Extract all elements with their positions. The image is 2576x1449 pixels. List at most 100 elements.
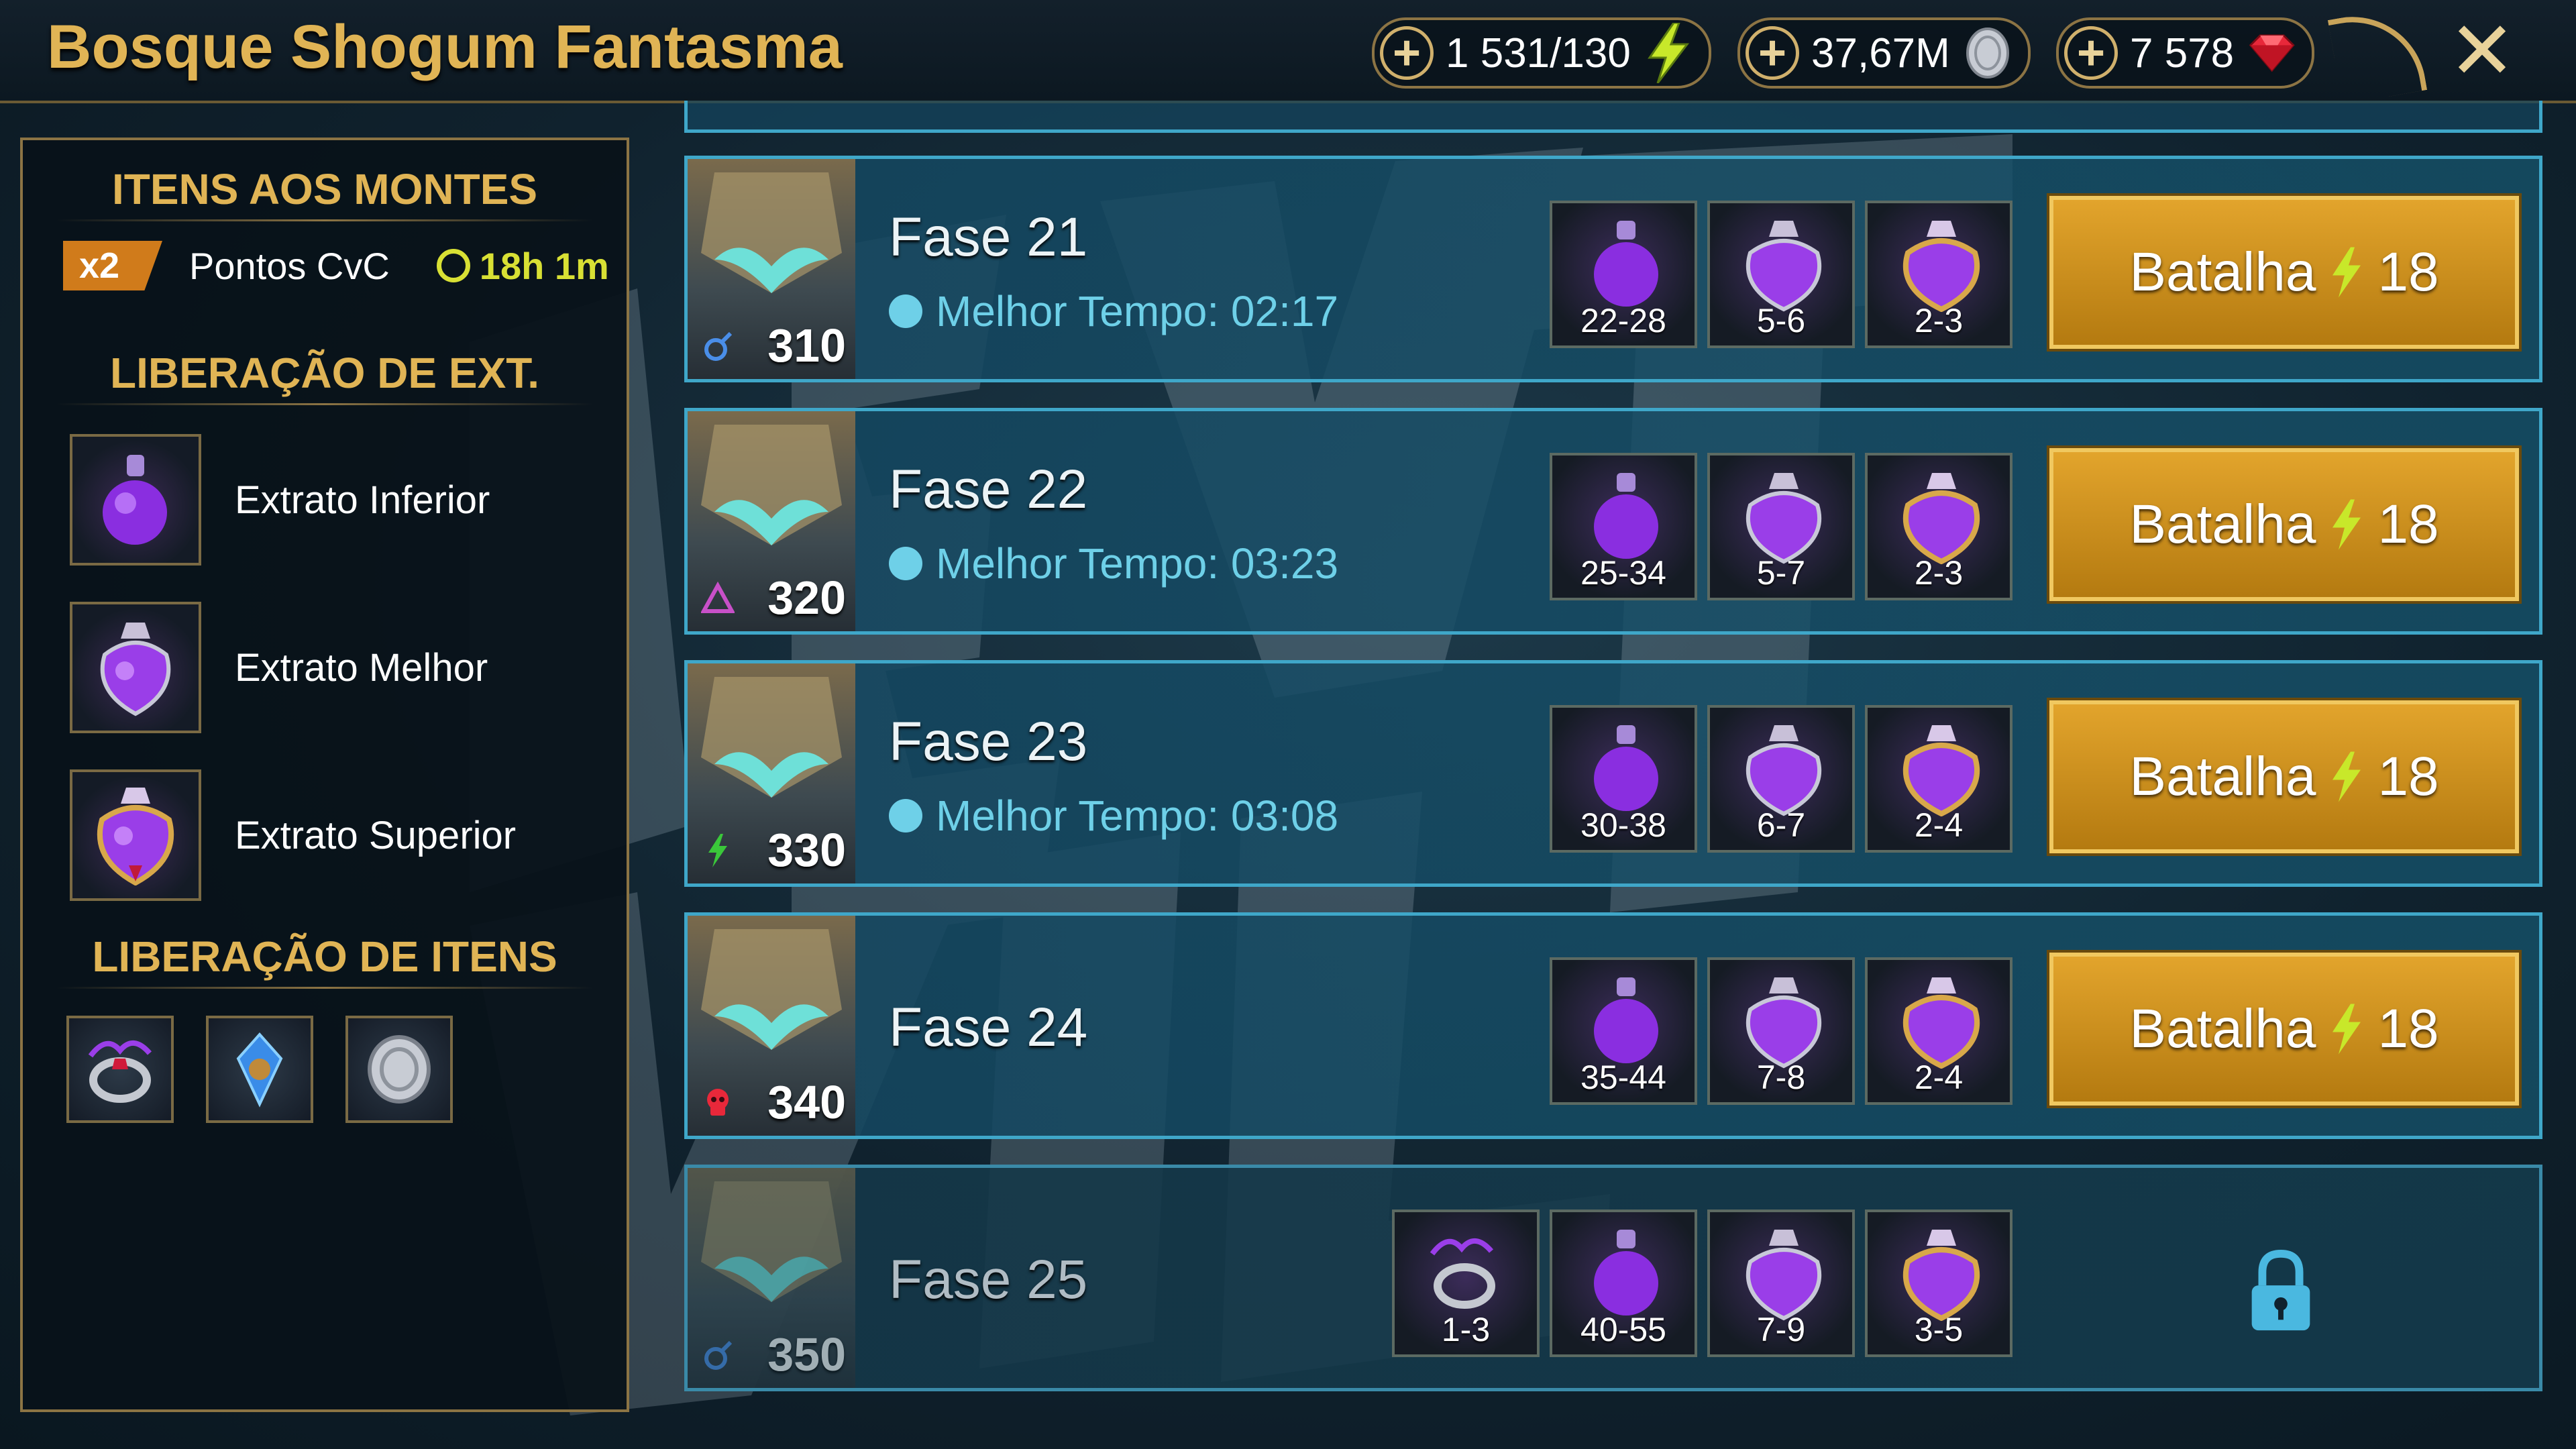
affinity-force-icon <box>701 834 735 867</box>
reward-count: 5-6 <box>1756 302 1806 339</box>
battle-label: Batalha <box>2129 746 2316 807</box>
boss-portrait: 350 <box>688 1168 855 1388</box>
bonus-row: x2 Pontos CvC 18h 1m <box>63 241 609 290</box>
potion-inferior-icon <box>1594 977 1658 1063</box>
potion-melhor-icon <box>70 602 201 733</box>
extract-item-inferior[interactable]: Extrato Inferior <box>70 434 490 566</box>
battle-button[interactable]: Batalha 18 <box>2047 698 2522 856</box>
reward-slot[interactable]: 2-3 <box>1865 453 2012 600</box>
previous-stage-edge <box>684 101 2542 133</box>
add-silver-button[interactable]: + <box>1746 26 1799 80</box>
item-silver-coin-icon[interactable] <box>345 1016 453 1123</box>
reward-slot[interactable]: 2-3 <box>1865 201 2012 348</box>
affinity-magic-icon <box>701 1338 735 1372</box>
potion-inferior-icon <box>1594 1230 1658 1316</box>
reward-count: 2-3 <box>1914 302 1964 339</box>
energy-icon <box>2332 247 2361 298</box>
reward-slot[interactable]: 25-34 <box>1550 453 1697 600</box>
stage-row: 330 Fase 23 Melhor Tempo: 03:08 30-38 6-… <box>684 660 2542 887</box>
potion-melhor-icon <box>1746 1230 1822 1321</box>
info-panel: ITENS AOS MONTES x2 Pontos CvC 18h 1m LI… <box>20 138 629 1412</box>
potion-inferior-icon <box>70 434 201 566</box>
potion-superior-icon <box>1902 977 1980 1069</box>
extract-item-superior[interactable]: Extrato Superior <box>70 769 516 901</box>
bonus-timer: 18h 1m <box>436 244 609 288</box>
divider <box>56 987 593 989</box>
item-ring-icon[interactable] <box>66 1016 174 1123</box>
reward-slot[interactable]: 35-44 <box>1550 957 1697 1105</box>
silver-coin-icon <box>1961 26 2015 80</box>
boss-portrait: 340 <box>688 916 855 1136</box>
reward-slot[interactable]: 7-9 <box>1707 1210 1855 1357</box>
reward-count: 7-9 <box>1756 1311 1806 1348</box>
reward-slot[interactable]: 40-55 <box>1550 1210 1697 1357</box>
potion-inferior-icon <box>1594 473 1658 559</box>
extract-label: Extrato Inferior <box>235 478 490 522</box>
boss-level: 350 <box>767 1328 846 1381</box>
top-bar: Bosque Shogum Fantasma + 1 531/130 + 37,… <box>0 0 2576 105</box>
divider <box>56 219 593 221</box>
reward-count: 2-3 <box>1914 554 1964 592</box>
battle-label: Batalha <box>2129 494 2316 555</box>
reward-slot[interactable]: 5-7 <box>1707 453 1855 600</box>
boss-portrait: 310 <box>688 159 855 379</box>
reward-count: 2-4 <box>1914 806 1964 844</box>
reward-slot[interactable]: 30-38 <box>1550 705 1697 853</box>
affinity-void-icon <box>701 1086 735 1120</box>
potion-melhor-icon <box>1746 221 1822 312</box>
reward-slot[interactable]: 6-7 <box>1707 705 1855 853</box>
best-time: Melhor Tempo: 03:08 <box>889 791 1338 841</box>
boss-portrait: 320 <box>688 411 855 631</box>
best-time-value: Melhor Tempo: 02:17 <box>936 287 1339 335</box>
potion-melhor-icon <box>1746 473 1822 564</box>
reward-count: 1-3 <box>1441 1311 1491 1348</box>
battle-cost: 18 <box>2377 494 2439 555</box>
reward-slot[interactable]: 2-4 <box>1865 705 2012 853</box>
stage-row: 310 Fase 21 Melhor Tempo: 02:17 22-28 5-… <box>684 156 2542 382</box>
stage-name: Fase 23 <box>889 711 1088 772</box>
corner-ornament-icon <box>2327 5 2428 105</box>
energy-counter: + 1 531/130 <box>1372 17 1711 89</box>
affinity-magic-icon <box>701 329 735 363</box>
clock-icon <box>889 799 922 833</box>
battle-button[interactable]: Batalha 18 <box>2047 445 2522 604</box>
extract-item-melhor[interactable]: Extrato Melhor <box>70 602 488 733</box>
divider <box>56 403 593 405</box>
reward-slot[interactable]: 2-4 <box>1865 957 2012 1105</box>
add-gems-button[interactable]: + <box>2064 26 2118 80</box>
stage-name: Fase 21 <box>889 207 1088 268</box>
clock-icon <box>436 249 470 282</box>
close-button[interactable]: ✕ <box>2442 11 2522 91</box>
reward-slot[interactable]: 7-8 <box>1707 957 1855 1105</box>
potion-superior-icon <box>1902 725 1980 816</box>
battle-button[interactable]: Batalha 18 <box>2047 950 2522 1108</box>
item-amulet-icon[interactable] <box>206 1016 313 1123</box>
lock-icon <box>2251 1249 2310 1331</box>
reward-slot[interactable]: 22-28 <box>1550 201 1697 348</box>
affinity-spirit-icon <box>700 581 736 615</box>
extract-label: Extrato Melhor <box>235 645 488 690</box>
reward-count: 6-7 <box>1756 806 1806 844</box>
reward-count: 22-28 <box>1580 302 1666 339</box>
bonus-time-value: 18h 1m <box>479 244 609 287</box>
reward-count: 35-44 <box>1580 1059 1666 1096</box>
energy-value: 1 531/130 <box>1446 30 1631 76</box>
reward-slot[interactable]: 3-5 <box>1865 1210 2012 1357</box>
potion-superior-icon <box>70 769 201 901</box>
stage-row-locked: 350 Fase 25 1-3 40-55 7-9 3-5 <box>684 1165 2542 1391</box>
reward-slot[interactable]: 5-6 <box>1707 201 1855 348</box>
energy-icon <box>2332 751 2361 802</box>
battle-cost: 18 <box>2377 998 2439 1059</box>
add-energy-button[interactable]: + <box>1380 26 1434 80</box>
stage-name: Fase 24 <box>889 997 1088 1058</box>
reward-count: 7-8 <box>1756 1059 1806 1096</box>
reward-count: 3-5 <box>1914 1311 1964 1348</box>
battle-cost: 18 <box>2377 746 2439 807</box>
multiplier-badge: x2 <box>63 241 162 290</box>
potion-inferior-icon <box>1594 221 1658 307</box>
battle-label: Batalha <box>2129 998 2316 1059</box>
potion-inferior-icon <box>1594 725 1658 811</box>
battle-button[interactable]: Batalha 18 <box>2047 193 2522 352</box>
extract-section-title: LIBERAÇÃO DE EXT. <box>109 349 540 397</box>
reward-slot[interactable]: 1-3 <box>1392 1210 1540 1357</box>
